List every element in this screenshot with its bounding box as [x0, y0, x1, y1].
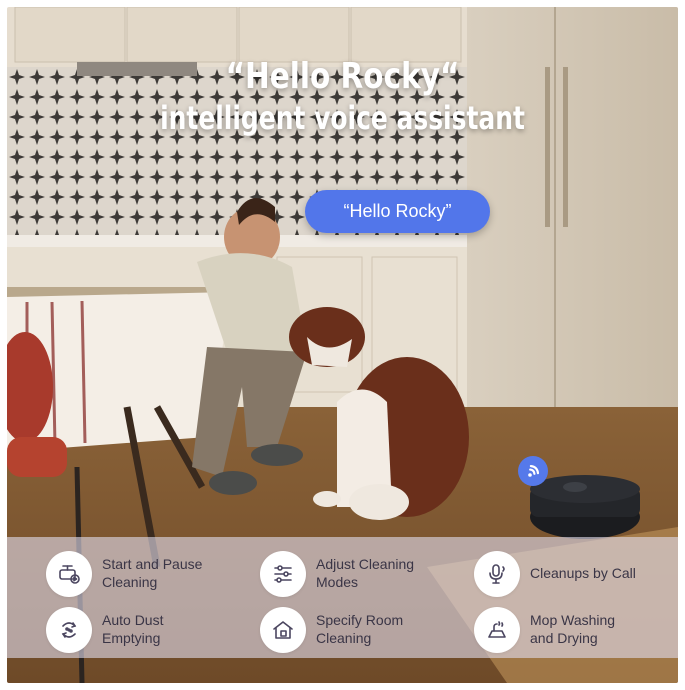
feature-label: Mop Washing and Drying — [530, 612, 616, 646]
headline-subtitle: intelligent voice assistant — [160, 99, 525, 137]
feature-label: Adjust Cleaning Modes — [316, 556, 415, 590]
feature-label: Cleanups by Call — [530, 565, 636, 581]
wifi-signal-icon — [518, 456, 548, 486]
headline: “Hello Rocky“ intelligent voice assistan… — [7, 55, 678, 137]
microphone-icon — [474, 551, 520, 597]
headline-title: “Hello Rocky“ — [225, 56, 460, 97]
mop-wash-icon — [474, 607, 520, 653]
product-banner: “Hello Rocky“ intelligent voice assistan… — [7, 7, 678, 683]
robot-play-icon — [46, 551, 92, 597]
feature-label: Specify Room Cleaning — [316, 612, 404, 646]
home-icon — [260, 607, 306, 653]
feature-label: Start and Pause Cleaning — [102, 556, 203, 590]
voice-speech-bubble: “Hello Rocky” — [305, 190, 490, 233]
feature-label: Auto Dust Emptying — [102, 612, 164, 646]
features-panel: Start and Pause Cleaning Adjust Cleaning… — [7, 537, 678, 658]
dust-recycle-icon — [46, 607, 92, 653]
sliders-icon — [260, 551, 306, 597]
